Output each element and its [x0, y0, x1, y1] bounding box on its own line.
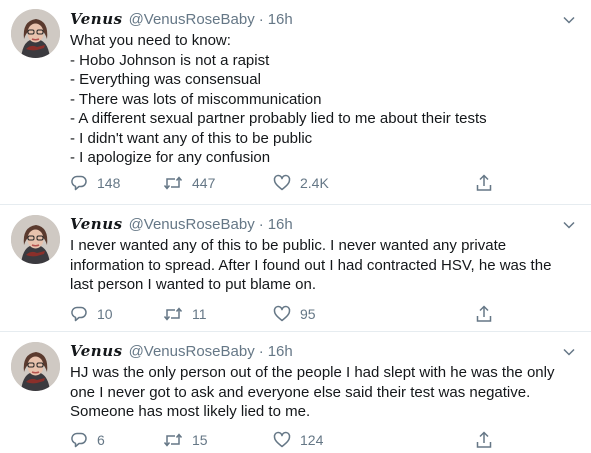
timestamp[interactable]: 16h [268, 216, 293, 233]
tweet-text-line: - Everything was consensual [70, 71, 261, 88]
share-icon [476, 431, 492, 448]
retweet-icon [163, 176, 183, 190]
user-handle[interactable]: @VenusRoseBaby [129, 343, 255, 360]
tweet-header: Venus @VenusRoseBaby · 16h [70, 340, 577, 362]
tweet[interactable]: Venus @VenusRoseBaby · 16h HJ was the on… [0, 332, 591, 453]
tweet-text: HJ was the only person out of the people… [70, 363, 577, 422]
chevron-down-icon[interactable] [561, 344, 577, 360]
display-name[interactable]: Venus [70, 215, 123, 233]
display-name[interactable]: Venus [70, 10, 123, 28]
heart-icon [273, 174, 291, 191]
tweet-text-line: information to spread. After I found out… [70, 256, 552, 274]
tweet-text-line: What you need to know: [70, 32, 231, 49]
tweet-feed: Venus @VenusRoseBaby · 16h What you need… [0, 0, 591, 453]
reply-icon [71, 432, 87, 448]
retweet-count: 447 [192, 175, 216, 191]
reply-button[interactable]: 10 [70, 305, 113, 323]
heart-icon [273, 305, 291, 322]
reply-count: 10 [97, 306, 113, 322]
tweet-text-line: - I didn't want any of this to be public [70, 129, 313, 147]
tweet-content: Venus @VenusRoseBaby · 16h What you need… [70, 8, 577, 191]
tweet-content: Venus @VenusRoseBaby · 16h HJ was the on… [70, 340, 577, 448]
retweet-button[interactable]: 15 [163, 431, 208, 449]
separator-dot: · [258, 215, 264, 233]
tweet-text-line: one I never got to ask and everyone else… [70, 383, 531, 401]
like-button[interactable]: 2.4K [273, 174, 329, 192]
tweet[interactable]: Venus @VenusRoseBaby · 16h I never wante… [0, 205, 591, 332]
display-name[interactable]: Venus [70, 342, 123, 360]
user-handle[interactable]: @VenusRoseBaby [129, 11, 255, 28]
separator-dot: · [258, 342, 264, 360]
user-handle[interactable]: @VenusRoseBaby [129, 216, 255, 233]
share-icon [476, 305, 492, 322]
like-count: 95 [300, 306, 316, 322]
like-count: 124 [300, 432, 324, 448]
like-button[interactable]: 95 [273, 305, 316, 323]
tweet-text-line: - There was lots of miscommunication [70, 90, 322, 108]
retweet-icon [163, 433, 183, 447]
retweet-button[interactable]: 11 [163, 305, 207, 323]
tweet-text: I never wanted any of this to be public.… [70, 236, 577, 295]
avatar[interactable] [11, 215, 60, 264]
tweet-actions: 10 11 95 [70, 305, 577, 327]
retweet-icon [163, 307, 183, 321]
retweet-button[interactable]: 447 [163, 174, 215, 192]
reply-count: 6 [97, 432, 105, 448]
tweet-actions: 6 15 124 [70, 431, 577, 453]
retweet-count: 11 [192, 306, 207, 322]
timestamp[interactable]: 16h [268, 343, 293, 360]
separator-dot: · [258, 10, 264, 28]
like-count: 2.4K [300, 175, 329, 191]
share-button[interactable] [475, 305, 493, 323]
reply-icon [71, 175, 87, 191]
tweet-text-line: I never wanted any of this to be public.… [70, 237, 507, 254]
share-button[interactable] [475, 174, 493, 192]
reply-count: 148 [97, 175, 121, 191]
tweet-text-line: last person I wanted to put blame on. [70, 276, 316, 293]
tweet-text-line: - A different sexual partner probably li… [70, 110, 487, 127]
tweet-header: Venus @VenusRoseBaby · 16h [70, 213, 577, 235]
reply-button[interactable]: 148 [70, 174, 120, 192]
tweet-text-line: - Hobo Johnson is not a rapist [70, 51, 270, 69]
tweet[interactable]: Venus @VenusRoseBaby · 16h What you need… [0, 0, 591, 205]
timestamp[interactable]: 16h [268, 11, 293, 28]
reply-button[interactable]: 6 [70, 431, 105, 449]
heart-icon [273, 431, 291, 448]
share-button[interactable] [475, 431, 493, 449]
chevron-down-icon[interactable] [561, 217, 577, 233]
tweet-content: Venus @VenusRoseBaby · 16h I never wante… [70, 213, 577, 322]
tweet-actions: 148 447 2.4K [70, 174, 577, 196]
avatar[interactable] [11, 9, 60, 58]
tweet-text-line: - I apologize for any confusion [70, 149, 271, 166]
chevron-down-icon[interactable] [561, 12, 577, 28]
avatar[interactable] [11, 342, 60, 391]
retweet-count: 15 [192, 432, 208, 448]
tweet-header: Venus @VenusRoseBaby · 16h [70, 8, 577, 30]
like-button[interactable]: 124 [273, 431, 323, 449]
share-icon [476, 174, 492, 191]
reply-icon [71, 306, 87, 322]
tweet-text-line: Someone has most likely lied to me. [70, 403, 311, 420]
tweet-text: What you need to know: - Hobo Johnson is… [70, 31, 577, 168]
tweet-text-line: HJ was the only person out of the people… [70, 364, 555, 381]
